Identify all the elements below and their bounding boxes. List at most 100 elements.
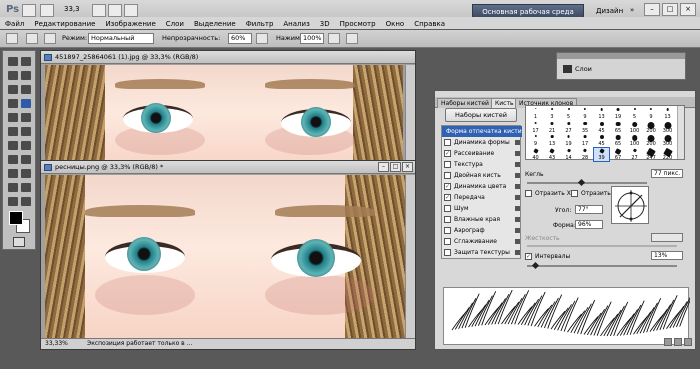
- brush-tip[interactable]: 19: [611, 107, 626, 120]
- healing-tool-icon[interactable]: [8, 99, 18, 108]
- brush-setting-checkbox[interactable]: ✓: [444, 150, 451, 157]
- spacing-slider[interactable]: [527, 265, 677, 267]
- menu-select[interactable]: Выделение: [189, 17, 241, 29]
- spacing-slider-knob[interactable]: [531, 261, 540, 270]
- brush-tip[interactable]: 40: [528, 147, 543, 161]
- brush-tip[interactable]: 35: [578, 121, 593, 134]
- brush-tip[interactable]: 100: [627, 134, 642, 147]
- lock-icon[interactable]: [515, 151, 520, 156]
- hardness-slider[interactable]: [527, 245, 677, 247]
- brush-tip[interactable]: 43: [545, 147, 560, 161]
- brush-tip[interactable]: 65: [611, 121, 626, 134]
- flow-field[interactable]: 100%: [300, 33, 324, 44]
- spacing-checkbox[interactable]: ✓: [525, 253, 532, 260]
- grid-icon[interactable]: [674, 338, 682, 346]
- zoom-icon[interactable]: [108, 4, 122, 17]
- toggle-preview-icon[interactable]: [664, 338, 672, 346]
- menu-layers[interactable]: Слои: [161, 17, 189, 29]
- new-brush-icon[interactable]: [684, 338, 692, 346]
- lock-icon[interactable]: [515, 195, 520, 200]
- opacity-field[interactable]: 60%: [228, 33, 252, 44]
- pressure-size-icon[interactable]: [346, 33, 358, 44]
- flip-x-checkbox[interactable]: [525, 190, 532, 197]
- bridge-icon[interactable]: [22, 4, 36, 17]
- brush-tip[interactable]: 100: [627, 121, 642, 134]
- dodge-tool-icon[interactable]: [21, 141, 31, 150]
- brush-tip[interactable]: 28: [578, 147, 593, 161]
- crop-tool-icon[interactable]: [8, 85, 18, 94]
- lasso-tool-icon[interactable]: [8, 71, 18, 80]
- minimize-icon[interactable]: –: [644, 3, 660, 16]
- workspace-design-button[interactable]: Дизайн: [596, 7, 623, 15]
- close-icon[interactable]: ×: [680, 3, 696, 16]
- brush-tip[interactable]: 21: [545, 121, 560, 134]
- lock-icon[interactable]: [515, 250, 520, 255]
- brush-tip[interactable]: 13: [660, 107, 675, 120]
- brush-tip[interactable]: 27: [561, 121, 576, 134]
- brush-tip[interactable]: 5: [561, 107, 576, 120]
- eraser-tool-icon[interactable]: [8, 127, 18, 136]
- document-window-1[interactable]: 451897_25864061 (1).jpg @ 33,3% (RGB/8): [40, 50, 416, 170]
- brush-tip[interactable]: 220: [660, 147, 675, 161]
- maximize-icon[interactable]: □: [662, 3, 678, 16]
- brush-tip[interactable]: 9: [644, 107, 659, 120]
- quick-select-tool-icon[interactable]: [21, 71, 31, 80]
- clone-stamp-tool-icon[interactable]: [8, 113, 18, 122]
- shape-tool-icon[interactable]: [21, 169, 31, 178]
- document-2-scrollbar[interactable]: [405, 175, 415, 338]
- tab-brush-presets[interactable]: Наборы кистей: [437, 98, 493, 108]
- spacing-field[interactable]: 13%: [651, 251, 683, 260]
- airbrush-icon[interactable]: [328, 33, 340, 44]
- brush-setting-item[interactable]: Сглаживание: [442, 236, 522, 247]
- brush-tip[interactable]: 19: [561, 134, 576, 147]
- type-tool-icon[interactable]: [21, 155, 31, 164]
- lock-icon[interactable]: [515, 173, 520, 178]
- eyedropper-tool-icon[interactable]: [21, 85, 31, 94]
- brush-setting-checkbox[interactable]: [444, 249, 451, 256]
- brush-setting-item[interactable]: Шум: [442, 203, 522, 214]
- gradient-tool-icon[interactable]: [21, 127, 31, 136]
- mode-select[interactable]: Нормальный: [88, 33, 154, 44]
- brush-tip[interactable]: 300: [660, 134, 675, 147]
- hand-icon[interactable]: [92, 4, 106, 17]
- size-slider[interactable]: [527, 182, 647, 184]
- size-field[interactable]: 77 пикс.: [651, 169, 683, 178]
- document-window-2[interactable]: ресницы.png @ 33,3% (RGB/8) * – □ × 33,3…: [40, 160, 416, 350]
- brush-setting-checkbox[interactable]: [444, 139, 451, 146]
- brush-tip[interactable]: 3: [545, 107, 560, 120]
- hand-tool-icon[interactable]: [8, 197, 18, 206]
- brush-setting-item[interactable]: Влажные края: [442, 214, 522, 225]
- brush-tip[interactable]: 200: [644, 134, 659, 147]
- menu-analysis[interactable]: Анализ: [278, 17, 314, 29]
- document-2-title[interactable]: ресницы.png @ 33,3% (RGB/8) *: [41, 161, 415, 174]
- brush-setting-checkbox[interactable]: [444, 227, 451, 234]
- lock-icon[interactable]: [515, 206, 520, 211]
- document-1-canvas[interactable]: [45, 65, 403, 169]
- brush-panel-toggle-icon[interactable]: [44, 33, 56, 44]
- blur-tool-icon[interactable]: [8, 141, 18, 150]
- brush-setting-item[interactable]: ✓ Рассеивание: [442, 148, 522, 159]
- brush-setting-checkbox[interactable]: ✓: [444, 194, 451, 201]
- brush-tip[interactable]: 67: [611, 147, 626, 161]
- brush-setting-checkbox[interactable]: [444, 238, 451, 245]
- lock-icon[interactable]: [515, 239, 520, 244]
- brush-tip[interactable]: 13: [545, 134, 560, 147]
- brush-setting-checkbox[interactable]: [444, 161, 451, 168]
- lock-icon[interactable]: [515, 140, 520, 145]
- size-slider-knob[interactable]: [577, 178, 586, 187]
- doc-close-icon[interactable]: ×: [402, 162, 413, 172]
- lock-icon[interactable]: [515, 217, 520, 222]
- brush-setting-item[interactable]: ✓ Динамика цвета: [442, 181, 522, 192]
- brush-picker-icon[interactable]: [26, 33, 38, 44]
- brush-tip[interactable]: 200: [644, 121, 659, 134]
- 3d-orbit-tool-icon[interactable]: [21, 183, 31, 192]
- menu-image[interactable]: Изображение: [100, 17, 160, 29]
- angle-field[interactable]: 77°: [575, 205, 603, 214]
- brush-tip[interactable]: 17: [528, 121, 543, 134]
- brush-tip[interactable]: 27: [627, 147, 642, 161]
- brush-setting-checkbox[interactable]: [444, 205, 451, 212]
- menu-help[interactable]: Справка: [409, 17, 450, 29]
- brush-tip[interactable]: 45: [594, 134, 609, 147]
- brush-setting-item[interactable]: Защита текстуры: [442, 247, 522, 258]
- lock-icon[interactable]: [515, 184, 520, 189]
